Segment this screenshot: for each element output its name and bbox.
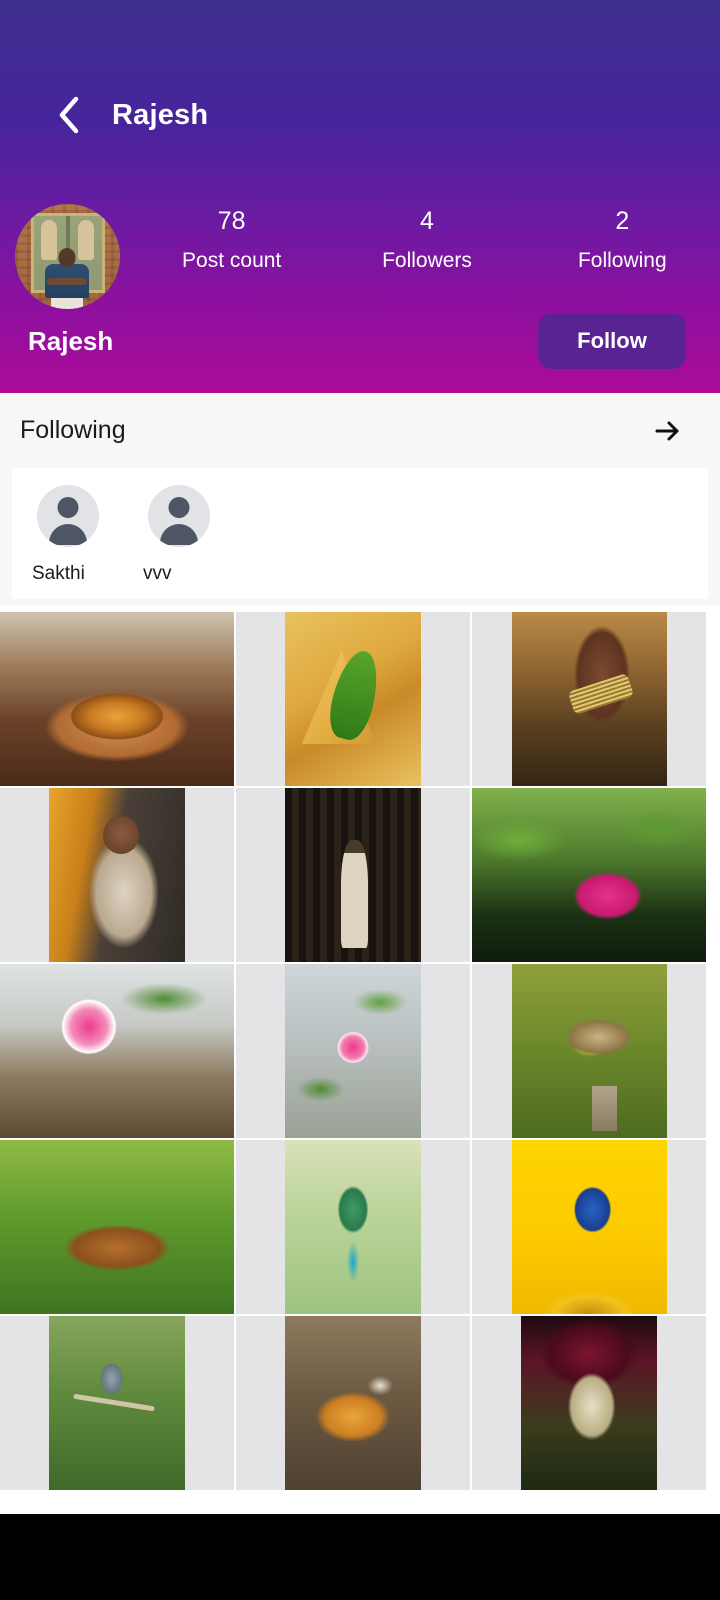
stat-value: 78 — [217, 207, 246, 235]
profile-name-row: Rajesh Follow — [0, 310, 720, 372]
person-icon-head — [57, 497, 79, 518]
photo-grid-cell[interactable] — [472, 1140, 706, 1314]
list-item[interactable]: vvv — [141, 485, 252, 585]
following-user-name: Sakthi — [32, 563, 85, 584]
app-bar: Rajesh — [0, 86, 720, 144]
stat-value: 4 — [420, 207, 434, 235]
person-icon-body — [160, 524, 198, 545]
photo-grid-cell[interactable] — [0, 612, 234, 786]
photo-pink-lotus-on-pond — [472, 788, 706, 962]
photo-turquoise-browed-motmot — [285, 1140, 421, 1314]
photo-chole-bowl-street-food — [0, 612, 234, 786]
avatar-wrapper — [0, 200, 134, 309]
following-section-header: Following — [0, 393, 720, 468]
photo-golden-retriever-on-grass — [0, 1140, 234, 1314]
avatar-person-arms — [47, 278, 87, 285]
photo-henna-hand-with-bangles — [511, 612, 667, 786]
following-section: Following Sakthi vvv — [0, 393, 720, 605]
photo-blue-bunting-on-sunflower — [511, 1140, 667, 1314]
avatar-art-figure-left — [40, 220, 57, 260]
photo-grid-cell[interactable] — [0, 1140, 234, 1314]
photo-chicken-biryani-plate — [285, 1316, 421, 1490]
following-user-name: vvv — [143, 563, 172, 584]
photo-grid-cell[interactable] — [472, 612, 706, 786]
photo-meadowlark-on-post — [511, 964, 667, 1138]
following-users-card: Sakthi vvv — [12, 468, 708, 599]
avatar-person-head — [58, 248, 76, 267]
photo-grid-cell[interactable] — [472, 964, 706, 1138]
chevron-left-icon[interactable] — [48, 94, 90, 136]
photo-grid-cell[interactable] — [0, 1316, 234, 1490]
profile-screen: Rajesh 78 Post count 4 Followers 2 Follo… — [0, 0, 720, 1600]
photo-drongo-bird-on-branch — [49, 1316, 185, 1490]
photo-grid — [0, 612, 720, 1514]
stat-label: Followers — [382, 249, 472, 272]
photo-grid-cell[interactable] — [0, 964, 234, 1138]
stat-label: Following — [577, 249, 667, 272]
page-title: Rajesh — [112, 98, 209, 131]
avatar[interactable] — [14, 204, 120, 309]
arrow-right-icon[interactable] — [648, 411, 688, 451]
person-placeholder-icon — [148, 485, 210, 547]
photo-grid-cell[interactable] — [236, 1140, 470, 1314]
follow-button[interactable]: Follow — [538, 313, 686, 369]
photo-grid-cell[interactable] — [0, 788, 234, 962]
photo-pink-adenium-flower — [0, 964, 234, 1138]
photo-bride-portrait-gold-light — [49, 788, 185, 962]
photo-girl-portrait-in-field — [521, 1316, 657, 1490]
system-navigation-bar — [0, 1514, 720, 1600]
stat-followers[interactable]: 4 Followers — [329, 200, 524, 274]
person-placeholder-icon — [37, 485, 99, 547]
stat-following[interactable]: 2 Following — [525, 200, 720, 274]
profile-name: Rajesh — [28, 325, 114, 356]
person-icon-head — [168, 497, 190, 518]
stat-value: 2 — [615, 207, 630, 235]
photo-grid-cell[interactable] — [472, 1316, 706, 1490]
list-item[interactable]: Sakthi — [30, 485, 141, 585]
photo-grid-cell[interactable] — [472, 788, 706, 962]
avatar-art-figure-right — [77, 220, 94, 260]
following-section-title: Following — [20, 416, 126, 444]
photo-bride-portrait-dark-backdrop — [285, 788, 421, 962]
photo-grid-cell[interactable] — [236, 788, 470, 962]
person-icon-body — [49, 524, 87, 545]
stat-post-count[interactable]: 78 Post count — [134, 200, 329, 274]
photo-grid-cell[interactable] — [236, 1316, 470, 1490]
photo-pink-desert-rose-branch — [285, 964, 421, 1138]
photo-samosa-with-green-chilli — [285, 612, 421, 786]
profile-header: Rajesh 78 Post count 4 Followers 2 Follo… — [0, 0, 720, 393]
profile-stats-row: 78 Post count 4 Followers 2 Following — [0, 200, 720, 309]
stat-label: Post count — [182, 249, 282, 272]
photo-grid-cell[interactable] — [236, 964, 470, 1138]
photo-grid-cell[interactable] — [236, 612, 470, 786]
